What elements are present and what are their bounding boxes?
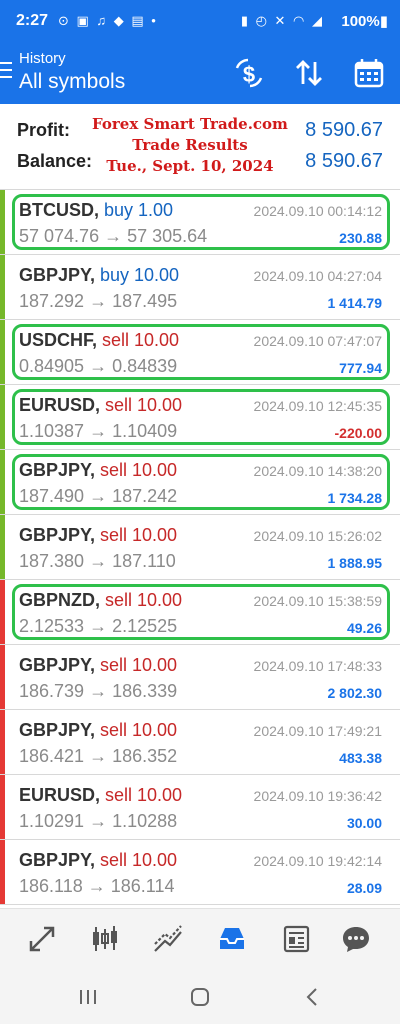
trade-symbol: EURUSD, [19, 785, 101, 805]
trade-symbol: GBPJPY, [19, 720, 96, 740]
trade-row[interactable]: GBPJPY, sell 10.00 2024.09.10 19:42:14 186.… [0, 840, 400, 905]
trade-time: 2024.09.10 19:36:42 [253, 788, 382, 804]
trade-type: buy 10.00 [100, 265, 180, 285]
trade-prices: 186.739 → 186.339 [19, 681, 178, 701]
highlight-box [12, 389, 390, 445]
trade-profit: 1 888.95 [327, 555, 383, 571]
highlight-box [12, 324, 390, 380]
deposit-withdraw-icon[interactable]: $ [232, 56, 266, 90]
trade-type: sell 10.00 [100, 525, 178, 545]
profit-value: 8 590.67 [305, 119, 383, 141]
app-header: History All symbols $ [0, 42, 400, 104]
trade-side-bar [0, 515, 5, 579]
trade-row[interactable]: GBPJPY, buy 10.00 2024.09.10 04:27:04 187.2… [0, 255, 400, 320]
trade-time: 2024.09.10 17:48:33 [253, 658, 382, 674]
trade-type: sell 10.00 [100, 850, 178, 870]
trade-time: 2024.09.10 17:49:21 [253, 723, 382, 739]
trade-side-bar [0, 450, 5, 514]
page-title[interactable]: All symbols [19, 70, 125, 94]
messages-icon[interactable] [340, 923, 372, 955]
news-icon[interactable] [280, 923, 312, 955]
home-icon[interactable] [187, 984, 213, 1010]
trade-symbol: GBPJPY, [19, 655, 96, 675]
trade-prices: 1.10291 → 1.10288 [19, 811, 178, 831]
header-subtitle: History [19, 50, 66, 67]
battery-indicator: 100%▮ [341, 13, 388, 30]
trade-symbol: GBPJPY, [19, 525, 96, 545]
trade-row[interactable]: GBPNZD, sell 10.00 2024.09.10 15:38:59 2.12… [0, 580, 400, 645]
highlight-box [12, 584, 390, 640]
trade-row[interactable]: EURUSD, sell 10.00 2024.09.10 12:45:35 1.10… [0, 385, 400, 450]
calendar-icon[interactable] [352, 56, 386, 90]
trade-side-bar [0, 320, 5, 384]
status-bar: 2:27 ⊙ ▣ ♫ ◆ ▤ • ▮ ◴ ✕ ◠ ◢ 100%▮ [0, 0, 400, 42]
trade-profit: 2 802.30 [327, 685, 383, 701]
svg-text:$: $ [243, 62, 255, 87]
trade-type: sell 10.00 [105, 785, 183, 805]
balance-value: 8 590.67 [305, 150, 383, 172]
trade-row[interactable]: USDCHF, sell 10.00 2024.09.10 07:47:07 0.84… [0, 320, 400, 385]
menu-icon[interactable] [0, 62, 12, 78]
trade-time: 2024.09.10 15:26:02 [253, 528, 382, 544]
trade-side-bar [0, 255, 5, 319]
watermark-overlay: Forex Smart Trade.com Trade Results Tue.… [90, 114, 290, 177]
trade-side-bar [0, 580, 5, 644]
back-icon[interactable] [300, 984, 326, 1010]
trade-row[interactable]: EURUSD, sell 10.00 2024.09.10 19:36:42 1.10… [0, 775, 400, 840]
trade-row[interactable]: GBPJPY, sell 10.00 2024.09.10 17:49:21 186.… [0, 710, 400, 775]
trade-symbol: GBPJPY, [19, 850, 96, 870]
trade-prices: 186.118 → 186.114 [19, 876, 175, 896]
trade-profit: 1 414.79 [327, 295, 383, 311]
profit-label: Profit: [17, 120, 70, 140]
trade-side-bar [0, 710, 5, 774]
trade-profit: 28.09 [346, 880, 382, 896]
trade-row[interactable]: GBPJPY, sell 10.00 2024.09.10 15:26:02 187.… [0, 515, 400, 580]
trade-symbol: GBPJPY, [19, 265, 96, 285]
chart-icon[interactable] [89, 923, 121, 955]
watermark-line: Tue., Sept. 10, 2024 [106, 157, 274, 175]
trade-row[interactable]: GBPJPY, sell 10.00 2024.09.10 14:38:20 187.… [0, 450, 400, 515]
account-summary: Profit: 8 590.67 Balance: 8 590.67 Forex… [0, 104, 400, 190]
trade-time: 2024.09.10 19:42:14 [253, 853, 382, 869]
system-navigation-bar [0, 970, 400, 1024]
sort-icon[interactable] [292, 56, 326, 90]
status-time: 2:27 [16, 12, 49, 29]
trade-prices: 187.292 → 187.495 [19, 291, 178, 311]
trade-side-bar [0, 645, 5, 709]
quotes-icon[interactable] [26, 923, 58, 955]
trade-history-list: BTCUSD, buy 1.00 2024.09.10 00:14:12 57 074… [0, 190, 400, 905]
notification-icons: ⊙ ▣ ♫ ◆ ▤ • [58, 13, 158, 28]
trade-time: 2024.09.10 04:27:04 [253, 268, 382, 284]
highlight-box [12, 194, 390, 250]
trade-side-bar [0, 775, 5, 839]
trade-row[interactable]: BTCUSD, buy 1.00 2024.09.10 00:14:12 57 074… [0, 190, 400, 255]
trade-prices: 186.421 → 186.352 [19, 746, 178, 766]
system-status-icons: ▮ ◴ ✕ ◠ ◢ [240, 13, 324, 28]
history-icon[interactable] [216, 923, 248, 955]
trade-side-bar [0, 385, 5, 449]
balance-label: Balance: [17, 151, 93, 171]
watermark-line: Trade Results [132, 136, 248, 154]
bottom-navigation [0, 908, 400, 970]
trade-profit: 30.00 [346, 815, 382, 831]
highlight-box [12, 454, 390, 510]
watermark-line: Forex Smart Trade.com [92, 115, 288, 133]
recent-apps-icon[interactable] [75, 984, 101, 1010]
trade-profit: 483.38 [339, 750, 382, 766]
trade-prices: 187.380 → 187.110 [19, 551, 176, 571]
trade-side-bar [0, 190, 5, 254]
trade-row[interactable]: GBPJPY, sell 10.00 2024.09.10 17:48:33 186.… [0, 645, 400, 710]
trade-type: sell 10.00 [100, 720, 178, 740]
trade-type: sell 10.00 [100, 655, 178, 675]
trade-icon[interactable] [152, 923, 184, 955]
trade-side-bar [0, 840, 5, 904]
